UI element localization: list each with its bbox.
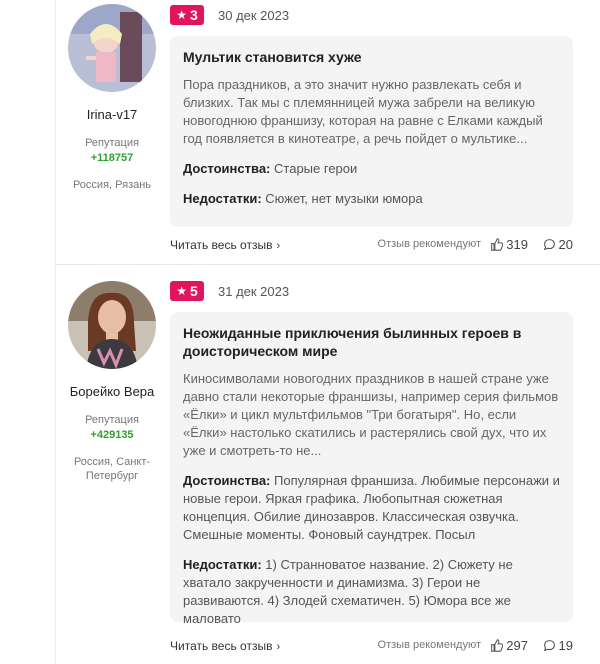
read-more-label: Читать весь отзыв [170,238,273,252]
rating-badge: ★ 5 [170,281,204,301]
recommend-label: Отзыв рекомендуют [377,238,481,250]
author-location: Россия, Рязань [72,179,152,191]
read-more-link[interactable]: Читать весь отзыв › [170,639,280,653]
like-button[interactable]: 319 [490,237,528,252]
thumb-up-icon [491,639,504,652]
review-footer: Читать весь отзыв › Отзыв рекомендуют 297… [170,638,573,657]
review-pros: Достоинства: Популярная франшиза. Любимы… [183,472,561,544]
review-footer: Читать весь отзыв › Отзыв рекомендуют 319… [170,237,573,256]
pros-label: Достоинства: [183,473,271,488]
review-title[interactable]: Мультик становится хуже [183,48,561,66]
cons-text: Сюжет, нет музыки юмора [265,191,423,206]
review-cons: Недостатки: 1) Странноватое название. 2)… [183,556,561,628]
comment-count: 20 [558,237,573,252]
reputation-label: Репутация [85,137,139,149]
avatar[interactable] [68,4,156,92]
recommend-label: Отзыв рекомендуют [377,639,481,651]
rating-value: 3 [189,7,198,23]
like-button[interactable]: 297 [490,638,528,653]
cons-label: Недостатки: [183,557,262,572]
review-item: Irina-v17 Репутация +118757 Россия, Ряза… [56,0,600,264]
comment-icon [543,239,555,251]
reputation-label: Репутация [85,414,139,426]
reputation-value: +429135 [90,429,134,441]
cons-label: Недостатки: [183,191,262,206]
reputation-value: +118757 [90,152,134,164]
review-excerpt: Киносимволами новогодних праздников в на… [183,371,559,458]
review-title[interactable]: Неожиданные приключения былинных героев … [183,324,561,360]
avatar[interactable] [68,281,156,369]
comment-icon [543,640,555,652]
author-name[interactable]: Irina-v17 [56,107,168,122]
chevron-right-icon: › [276,641,281,653]
author-location: Россия, Санкт-Петербург [73,456,151,482]
like-count: 319 [506,237,528,252]
review-date: 31 дек 2023 [218,284,290,299]
chevron-right-icon: › [276,240,281,252]
comments-button[interactable]: 19 [543,638,573,653]
thumb-up-icon [491,238,504,251]
review-excerpt: Пора праздников, а это значит нужно разв… [183,77,543,146]
review-pros: Достоинства: Старые герои [183,160,561,178]
review-author[interactable]: Irina-v17 Репутация +118757 Россия, Ряза… [56,4,168,192]
comments-button[interactable]: 20 [543,237,573,252]
rating-badge: ★ 3 [170,5,204,25]
read-more-link[interactable]: Читать весь отзыв › [170,238,280,252]
review-author[interactable]: Борейко Вера Репутация +429135 Россия, С… [56,281,168,483]
like-count: 297 [506,638,528,653]
review-card[interactable]: Мультик становится хуже Пора праздников,… [170,36,573,227]
review-card[interactable]: Неожиданные приключения былинных героев … [170,312,573,626]
review-item: Борейко Вера Репутация +429135 Россия, С… [56,265,600,664]
pros-label: Достоинства: [183,161,271,176]
pros-text: Старые герои [274,161,358,176]
comment-count: 19 [558,638,573,653]
review-cons: Недостатки: Сюжет, нет музыки юмора [183,190,561,208]
read-more-label: Читать весь отзыв [170,639,273,653]
star-icon: ★ [176,8,187,22]
star-icon: ★ [176,284,187,298]
author-name[interactable]: Борейко Вера [56,384,168,399]
rating-value: 5 [189,283,198,299]
review-date: 30 дек 2023 [218,8,290,23]
